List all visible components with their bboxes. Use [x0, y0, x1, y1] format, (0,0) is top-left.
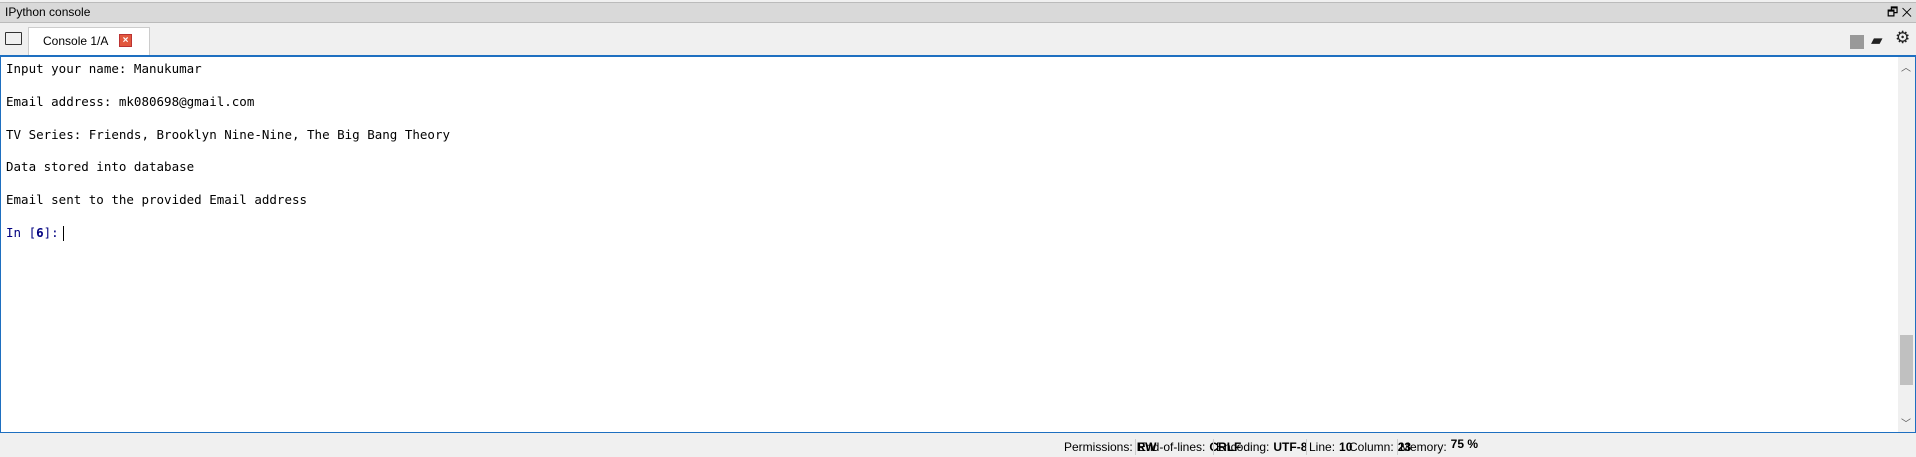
text-cursor — [62, 226, 64, 241]
output-line: Data stored into database — [6, 159, 195, 174]
eraser-icon[interactable]: ▰ — [1871, 31, 1883, 49]
tab-bar: Console 1/A × ▰ ⚙ — [0, 23, 1916, 55]
status-bar: Permissions: RW End-of-lines: CRLF Encodin… — [0, 437, 1916, 457]
gear-icon[interactable]: ⚙ — [1895, 28, 1910, 48]
close-pane-icon[interactable]: ✕ — [1902, 5, 1912, 19]
pane-title-bar: IPython console 🗗 ✕ — [0, 2, 1916, 23]
prompt-suffix: ]: — [43, 225, 59, 240]
pane-title: IPython console — [5, 5, 91, 19]
console-output[interactable]: Input your name: Manukumar Email address… — [0, 55, 1916, 433]
memory-status: Memory: 75 % — [1400, 437, 1479, 454]
encoding-status: Encoding: UTF-8 — [1216, 440, 1308, 454]
prompt-prefix: In [ — [6, 225, 37, 240]
output-line: TV Series: Friends, Brooklyn Nine-Nine, … — [6, 127, 451, 142]
scrollbar-thumb[interactable] — [1900, 335, 1913, 385]
undock-icon[interactable]: 🗗 — [1887, 5, 1898, 19]
close-tab-icon[interactable]: × — [119, 34, 132, 47]
input-prompt[interactable]: In [6]: — [6, 225, 64, 241]
line-status: Line: 10 — [1309, 440, 1353, 454]
vertical-scrollbar[interactable]: ︿ ﹀ — [1898, 57, 1915, 432]
output-line: Input your name: Manukumar — [6, 61, 202, 76]
tab-label: Console 1/A — [43, 34, 109, 48]
tab-console-1a[interactable]: Console 1/A × — [28, 27, 150, 55]
scroll-up-icon[interactable]: ︿ — [1901, 59, 1911, 74]
scroll-down-icon[interactable]: ﹀ — [1901, 415, 1911, 430]
prompt-number: 6 — [36, 225, 44, 240]
browse-tabs-icon[interactable] — [5, 32, 22, 45]
output-line: Email address: mk080698@gmail.com — [6, 94, 255, 109]
output-line: Email sent to the provided Email address — [6, 192, 308, 207]
stop-icon[interactable] — [1850, 35, 1864, 49]
